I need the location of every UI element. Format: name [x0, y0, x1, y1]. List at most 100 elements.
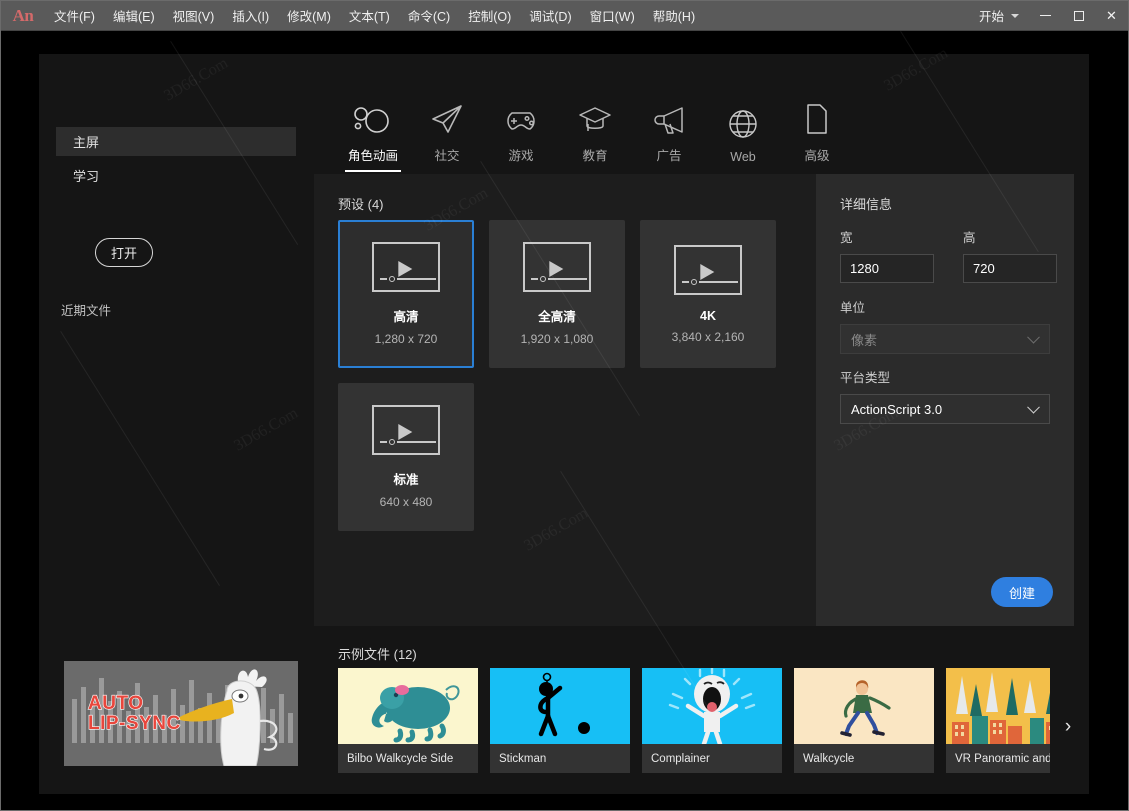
- workspace: 主屏 学习 打开 近期文件: [1, 32, 1128, 810]
- sample-thumbnail: [946, 668, 1050, 744]
- create-button[interactable]: 创建: [991, 577, 1053, 607]
- globe-icon: [725, 104, 761, 144]
- presets-title: 预设 (4): [338, 194, 384, 213]
- menu-view[interactable]: 视图(V): [164, 1, 224, 31]
- sample-name: VR Panoramic and 3: [946, 744, 1050, 773]
- sample-name: Bilbo Walkcycle Side: [338, 744, 478, 773]
- open-button[interactable]: 打开: [95, 238, 153, 267]
- close-button[interactable]: ✕: [1095, 1, 1128, 31]
- close-icon: ✕: [1106, 8, 1117, 24]
- scrubber-icon: [531, 275, 587, 283]
- tab-advanced[interactable]: 高级: [780, 99, 854, 172]
- app-logo-icon: An: [1, 1, 45, 31]
- tab-advertising[interactable]: 广告: [632, 99, 706, 172]
- category-tabs: 角色动画 社交: [336, 99, 854, 172]
- scrubber-icon: [682, 278, 738, 286]
- preset-card-fullhd[interactable]: 全高清 1,920 x 1,080: [489, 220, 625, 368]
- video-frame-icon: [372, 405, 440, 455]
- vr-city-illustration: [946, 668, 1050, 744]
- workspace-switcher[interactable]: 开始: [969, 1, 1029, 31]
- sidebar-item-learn[interactable]: 学习: [56, 161, 296, 190]
- preset-dimensions: 640 x 480: [380, 495, 433, 509]
- title-bar: An 文件(F) 编辑(E) 视图(V) 插入(I) 修改(M) 文本(T) 命…: [1, 1, 1128, 31]
- sample-card-complainer[interactable]: Complainer: [642, 668, 782, 773]
- menu-help[interactable]: 帮助(H): [644, 1, 704, 31]
- minimize-button[interactable]: [1029, 1, 1062, 31]
- tab-label: 游戏: [508, 145, 533, 164]
- minimize-icon: [1040, 15, 1051, 16]
- chevron-down-icon: [1027, 401, 1040, 414]
- platform-field-group: 平台类型 ActionScript 3.0: [840, 367, 1050, 424]
- tab-education[interactable]: 教育: [558, 99, 632, 172]
- maximize-button[interactable]: [1062, 1, 1095, 31]
- workspace-label: 开始: [979, 6, 1004, 25]
- preset-card-hd[interactable]: 高清 1,280 x 720: [338, 220, 474, 368]
- sample-thumbnail: [338, 668, 478, 744]
- sample-card-bilbo[interactable]: Bilbo Walkcycle Side: [338, 668, 478, 773]
- width-input[interactable]: [840, 254, 934, 283]
- elephant-illustration: [338, 668, 478, 744]
- gamepad-icon: [500, 99, 542, 139]
- presets-panel: 预设 (4) 高清 1,280 x 720: [314, 174, 816, 626]
- sample-card-walkcycle[interactable]: Walkcycle: [794, 668, 934, 773]
- preset-name: 标准: [393, 469, 418, 488]
- tab-games[interactable]: 游戏: [484, 99, 558, 172]
- width-field-group: 宽: [840, 227, 934, 283]
- samples-title: 示例文件 (12): [338, 644, 417, 663]
- promo-banner[interactable]: AUTO LIP-SYNC: [64, 661, 298, 766]
- tab-active-indicator: [567, 170, 623, 172]
- maximize-icon: [1074, 11, 1084, 21]
- tab-active-indicator: [789, 170, 845, 172]
- megaphone-icon: [648, 99, 690, 139]
- preset-name: 高清: [393, 306, 418, 325]
- preset-card-standard[interactable]: 标准 640 x 480: [338, 383, 474, 531]
- menu-modify[interactable]: 修改(M): [278, 1, 340, 31]
- complainer-illustration: [642, 668, 782, 744]
- sidebar-item-home[interactable]: 主屏: [56, 127, 296, 156]
- preset-name: 4K: [700, 309, 716, 323]
- document-icon: [802, 99, 832, 139]
- samples-next-button[interactable]: ›: [1058, 714, 1078, 740]
- video-frame-icon: [523, 242, 591, 292]
- width-label: 宽: [840, 227, 934, 246]
- scrubber-icon: [380, 438, 436, 446]
- height-label: 高: [963, 227, 1057, 246]
- tab-social[interactable]: 社交: [410, 99, 484, 172]
- tab-web[interactable]: Web: [706, 104, 780, 172]
- menu-edit[interactable]: 编辑(E): [104, 1, 164, 31]
- promo-line-2: LIP-SYNC: [88, 714, 181, 734]
- preset-card-4k[interactable]: 4K 3,840 x 2,160: [640, 220, 776, 368]
- menu-control[interactable]: 控制(O): [459, 1, 520, 31]
- menu-text[interactable]: 文本(T): [340, 1, 399, 31]
- tab-active-indicator: [345, 170, 401, 172]
- tab-label: 广告: [656, 145, 681, 164]
- menu-file[interactable]: 文件(F): [45, 1, 104, 31]
- height-input[interactable]: [963, 254, 1057, 283]
- presets-grid: 高清 1,280 x 720 全高清 1,920 x 1,080: [338, 220, 778, 531]
- video-frame-icon: [372, 242, 440, 292]
- preset-dimensions: 1,920 x 1,080: [521, 332, 594, 346]
- preset-dimensions: 1,280 x 720: [375, 332, 438, 346]
- stickman-illustration: [490, 668, 630, 744]
- menu-insert[interactable]: 插入(I): [223, 1, 278, 31]
- platform-select[interactable]: ActionScript 3.0: [840, 394, 1050, 424]
- promo-text: AUTO LIP-SYNC: [88, 694, 181, 734]
- units-select[interactable]: 像素: [840, 324, 1050, 354]
- animate-start-window: An 文件(F) 编辑(E) 视图(V) 插入(I) 修改(M) 文本(T) 命…: [0, 0, 1129, 811]
- menu-commands[interactable]: 命令(C): [399, 1, 459, 31]
- menu-debug[interactable]: 调试(D): [520, 1, 580, 31]
- sample-card-stickman[interactable]: Stickman: [490, 668, 630, 773]
- tab-label: 社交: [434, 145, 459, 164]
- units-label: 单位: [840, 297, 1050, 316]
- platform-label: 平台类型: [840, 367, 1050, 386]
- sample-card-vr[interactable]: VR Panoramic and 3: [946, 668, 1050, 773]
- walkcycle-illustration: [794, 668, 934, 744]
- tab-character-animation[interactable]: 角色动画: [336, 99, 410, 172]
- chevron-down-icon: [1027, 331, 1040, 344]
- menu-window[interactable]: 窗口(W): [581, 1, 644, 31]
- tab-active-indicator: [493, 170, 549, 172]
- platform-value: ActionScript 3.0: [851, 402, 942, 417]
- sample-thumbnail: [490, 668, 630, 744]
- graduation-cap-icon: [576, 99, 614, 139]
- tab-label: 高级: [804, 145, 829, 164]
